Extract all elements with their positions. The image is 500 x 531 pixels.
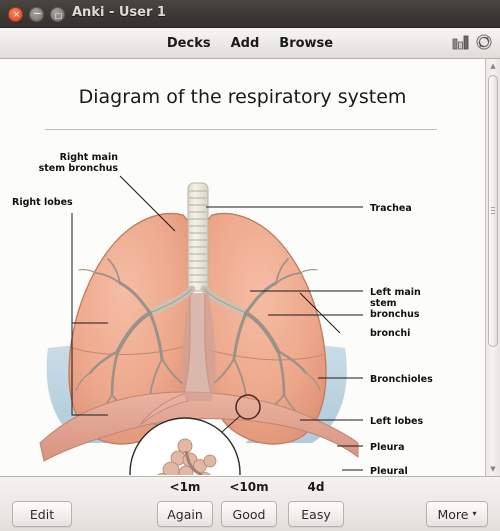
scrollbar-thumb[interactable]: [488, 75, 498, 347]
scrollbar-grip-icon: [491, 207, 495, 215]
label-left-main-line2: stem: [370, 298, 397, 309]
scroll-up-arrow-icon[interactable]: ▲: [486, 59, 500, 73]
interval-again: <1m: [169, 480, 201, 494]
label-left-main-line3: bronchus: [370, 309, 420, 320]
more-button-label: More: [437, 506, 469, 522]
label-bronchi: bronchi: [370, 328, 410, 339]
close-icon: ×: [12, 10, 21, 20]
respiratory-diagram-svg: Right main stem bronchus Right lobes Tra…: [12, 152, 433, 475]
review-bottom-bar: <1m <10m 4d Edit Again Good Easy More ▾: [0, 476, 500, 531]
bar-chart-icon[interactable]: [452, 35, 469, 54]
card-question-title: Diagram of the respiratory system: [78, 86, 407, 108]
easy-button[interactable]: Easy: [288, 501, 344, 527]
window-title: Anki - User 1: [72, 5, 166, 20]
menu-item-browse[interactable]: Browse: [279, 36, 333, 51]
label-bronchioles: Bronchioles: [370, 374, 433, 385]
interval-good: <10m: [229, 480, 269, 494]
window-titlebar: × − □ Anki - User 1: [0, 0, 500, 28]
interval-easy: 4d: [307, 480, 325, 494]
sync-icon[interactable]: [476, 34, 492, 54]
interval-labels: <1m <10m 4d: [0, 480, 500, 498]
label-right-main-stem-bronchus-line2: stem bronchus: [39, 163, 119, 174]
menubar-icons: [452, 34, 492, 54]
main-menubar: Decks Add Browse: [0, 28, 500, 59]
menubar-links: Decks Add Browse: [0, 28, 500, 58]
maximize-icon: □: [54, 11, 63, 20]
minimize-icon: −: [32, 7, 43, 20]
mediastinum: [182, 293, 216, 401]
chevron-down-icon: ▾: [472, 509, 477, 518]
menu-item-decks[interactable]: Decks: [167, 36, 211, 51]
again-button[interactable]: Again: [157, 501, 213, 527]
anki-main-window: × − □ Anki - User 1 Decks Add Browse Dia…: [0, 0, 500, 531]
window-minimize-button[interactable]: −: [29, 7, 44, 22]
label-left-main-line1: Left main: [370, 287, 421, 298]
good-button[interactable]: Good: [221, 501, 277, 527]
card-divider: [45, 129, 437, 130]
label-right-lobes: Right lobes: [12, 197, 73, 208]
label-pleura: Pleura: [370, 442, 405, 453]
respiratory-system-diagram: Right main stem bronchus Right lobes Tra…: [0, 143, 485, 475]
window-close-button[interactable]: ×: [8, 7, 23, 22]
label-trachea: Trachea: [370, 203, 412, 214]
more-button[interactable]: More ▾: [426, 501, 488, 527]
scroll-down-arrow-icon[interactable]: ▼: [486, 462, 500, 476]
label-pleural-fluid-line1: Pleural: [370, 466, 408, 475]
content-scrollbar[interactable]: ▲ ▼: [485, 59, 500, 476]
label-right-main-stem-bronchus-line1: Right main: [60, 152, 119, 163]
card-content-area: Diagram of the respiratory system Right …: [0, 59, 485, 476]
label-left-lobes: Left lobes: [370, 416, 424, 427]
edit-button[interactable]: Edit: [12, 501, 72, 527]
window-maximize-button[interactable]: □: [50, 7, 65, 22]
menu-item-add[interactable]: Add: [231, 36, 260, 51]
